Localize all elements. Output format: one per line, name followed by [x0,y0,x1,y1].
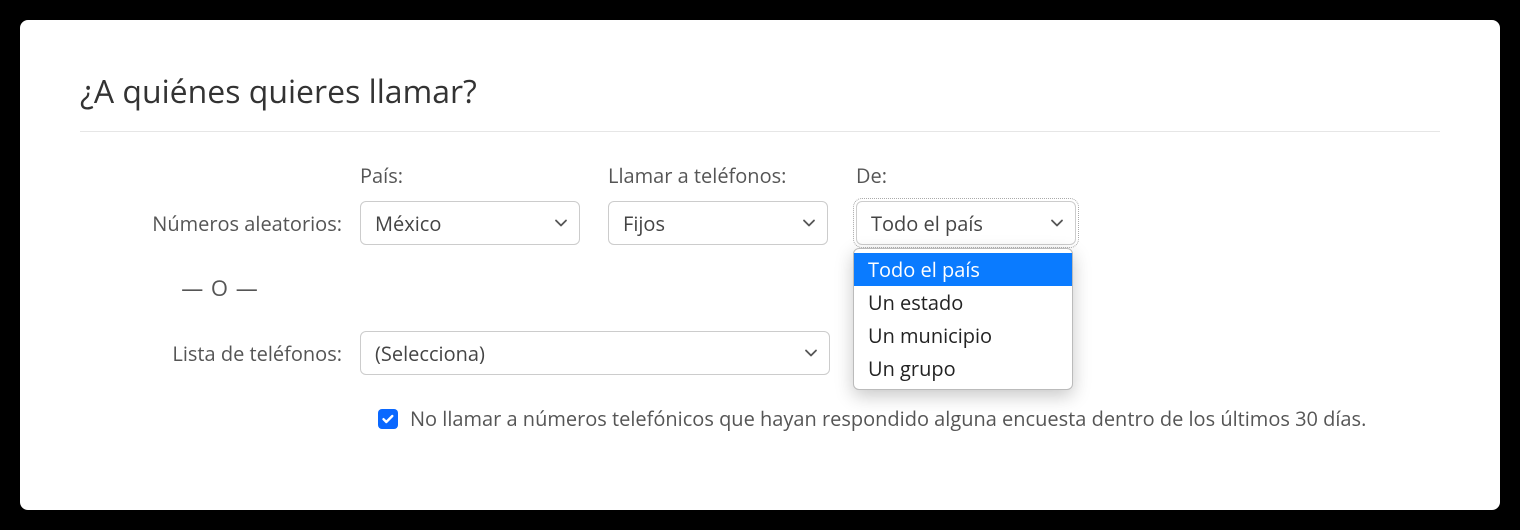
scope-option-un-municipio[interactable]: Un municipio [854,319,1072,352]
panel-heading: ¿A quiénes quieres llamar? [80,70,1440,113]
scope-option-un-grupo[interactable]: Un grupo [854,352,1072,385]
scope-field: De: Todo el país Todo el país Un estado … [856,162,1076,245]
phone-list-row: Lista de teléfonos: (Selecciona) [80,331,1440,375]
or-separator: — O — [80,273,360,303]
call-target-panel: ¿A quiénes quieres llamar? Números aleat… [20,20,1500,510]
phone-list-select[interactable]: (Selecciona) [360,331,830,375]
country-select[interactable]: México [360,201,580,245]
chevron-down-icon [553,210,569,237]
scope-label: De: [856,162,1076,189]
country-select-value: México [375,210,441,237]
phone-list-select-value: (Selecciona) [375,340,485,367]
phone-type-field: Llamar a teléfonos: Fijos [608,162,828,245]
scope-dropdown: Todo el país Un estado Un municipio Un g… [853,248,1073,390]
chevron-down-icon [803,340,819,367]
country-label: País: [360,162,580,189]
chevron-down-icon [801,210,817,237]
scope-select[interactable]: Todo el país Todo el país Un estado Un m… [856,201,1076,245]
chevron-down-icon [1049,210,1065,237]
random-numbers-row: Números aleatorios: País: México Llamar … [80,162,1440,245]
random-numbers-label: Números aleatorios: [80,210,360,245]
phone-type-select-value: Fijos [623,210,665,237]
exclude-checkbox-row: No llamar a números telefónicos que haya… [378,405,1440,432]
country-field: País: México [360,162,580,245]
exclude-checkbox[interactable] [378,409,398,429]
phone-type-select[interactable]: Fijos [608,201,828,245]
heading-divider [80,131,1440,132]
phone-list-field: (Selecciona) [360,331,830,375]
exclude-checkbox-label: No llamar a números telefónicos que haya… [410,405,1366,432]
scope-option-todo-el-pais[interactable]: Todo el país [854,253,1072,286]
phone-type-label: Llamar a teléfonos: [608,162,828,189]
phone-list-label: Lista de teléfonos: [80,340,360,375]
checkmark-icon [381,412,395,426]
scope-option-un-estado[interactable]: Un estado [854,286,1072,319]
scope-select-value: Todo el país [871,210,983,237]
